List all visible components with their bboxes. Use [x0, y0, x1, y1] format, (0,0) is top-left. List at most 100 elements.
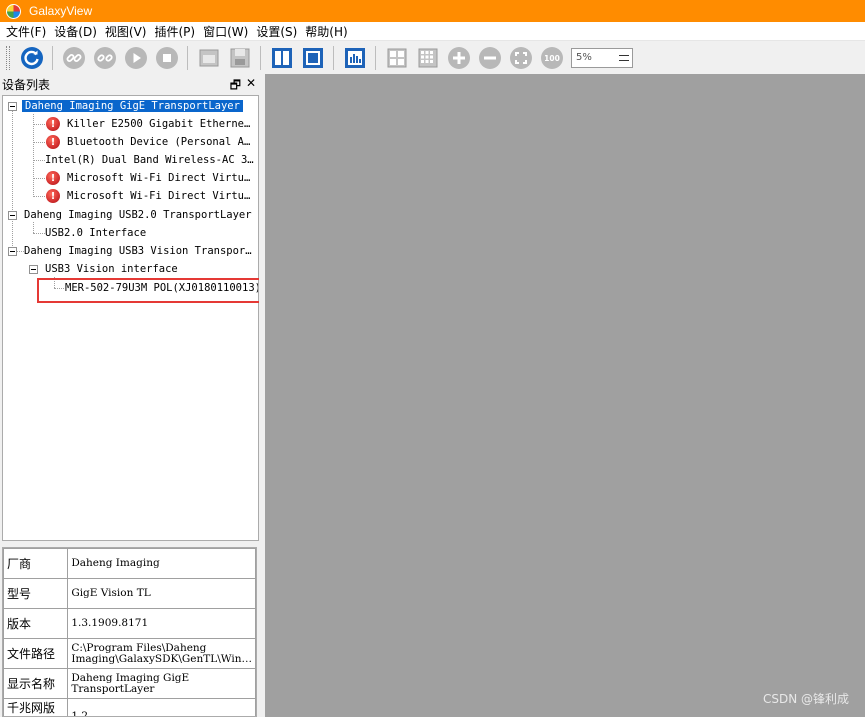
- toolbar-separator: [260, 45, 261, 70]
- toolbar-separator: [52, 45, 53, 70]
- tree-item-wifi-direct-2[interactable]: ! Microsoft Wi-Fi Direct Virtu…: [46, 187, 252, 205]
- tree-item-label: Killer E2500 Gigabit Etherne…: [67, 118, 251, 130]
- app-icon: [6, 3, 21, 19]
- tree-item-label: Daheng Imaging USB2.0 TransportLayer: [24, 209, 252, 221]
- tree-item-label: USB2.0 Interface: [45, 227, 147, 239]
- error-icon: !: [46, 135, 60, 149]
- refresh-button[interactable]: [18, 44, 45, 71]
- tree-item-usb3-transport-layer[interactable]: Daheng Imaging USB3 Vision Transpor…: [22, 242, 254, 260]
- stop-button[interactable]: [153, 44, 180, 71]
- dense-grid-icon: [418, 48, 437, 67]
- grid-4-button[interactable]: [383, 44, 410, 71]
- tree-item-wifi-direct-1[interactable]: ! Microsoft Wi-Fi Direct Virtu…: [46, 169, 252, 187]
- collapse-toggle[interactable]: [8, 247, 17, 256]
- menu-device[interactable]: 设备(D): [50, 23, 101, 40]
- table-row: 厂商 Daheng Imaging: [3, 548, 256, 579]
- menu-file[interactable]: 文件(F): [2, 23, 50, 40]
- property-key: 千兆网版本: [3, 698, 69, 716]
- property-key: 厂商: [3, 548, 69, 579]
- play-button[interactable]: [122, 44, 149, 71]
- toolbar-separator: [333, 45, 334, 70]
- table-row: 显示名称 Daheng Imaging GigE TransportLayer: [3, 668, 256, 699]
- window-title: GalaxyView: [29, 4, 93, 18]
- property-value: 1.2: [67, 698, 256, 716]
- minus-icon: [478, 46, 501, 69]
- fit-view-button[interactable]: [299, 44, 326, 71]
- histogram-icon: [344, 47, 365, 68]
- toolbar-separator: [375, 45, 376, 70]
- property-key: 型号: [3, 578, 69, 609]
- tree-item-label: USB3 Vision interface: [45, 263, 178, 275]
- tree-connector: [33, 124, 45, 125]
- collapse-toggle[interactable]: [29, 265, 38, 274]
- unlink-icon: [93, 46, 116, 69]
- zoom-input[interactable]: 5%: [571, 47, 633, 68]
- tree-item-label: Bluetooth Device (Personal A…: [67, 136, 251, 148]
- save-icon: [230, 48, 249, 67]
- tree-item-gige-transport-layer[interactable]: Daheng Imaging GigE TransportLayer: [22, 97, 243, 115]
- toolbar-grip[interactable]: [6, 45, 10, 70]
- grid-16-button[interactable]: [414, 44, 441, 71]
- device-list-header: 设备列表 🗗 ✕: [0, 74, 261, 94]
- property-value: 1.3.1909.8171: [67, 608, 256, 639]
- tree-item-label: Daheng Imaging GigE TransportLayer: [22, 100, 243, 112]
- zoom-spinner[interactable]: [618, 51, 630, 65]
- pin-icon[interactable]: 🗗: [230, 76, 241, 97]
- table-row: 千兆网版本 1.2: [3, 698, 256, 716]
- property-value: C:\Program Files\Daheng Imaging\GalaxySD…: [67, 638, 256, 669]
- collapse-toggle[interactable]: [8, 211, 17, 220]
- menu-window[interactable]: 窗口(W): [199, 23, 252, 40]
- tree-item-usb2-transport-layer[interactable]: Daheng Imaging USB2.0 TransportLayer: [22, 206, 254, 224]
- zoom-out-button[interactable]: [476, 44, 503, 71]
- histogram-button[interactable]: [341, 44, 368, 71]
- menu-help[interactable]: 帮助(H): [301, 23, 351, 40]
- grid-icon: [387, 48, 406, 67]
- tree-item-label: Intel(R) Dual Band Wireless-AC 3…: [45, 154, 254, 166]
- zoom-badge-text: 100: [544, 54, 560, 63]
- table-row: 版本 1.3.1909.8171: [3, 608, 256, 639]
- fit-icon: [509, 46, 532, 69]
- open-file-button[interactable]: [195, 44, 222, 71]
- toolbar-separator: [187, 45, 188, 70]
- tree-item-intel-wireless[interactable]: Intel(R) Dual Band Wireless-AC 3…: [43, 151, 256, 169]
- panel-title: 设备列表: [2, 77, 51, 92]
- table-row: 文件路径 C:\Program Files\Daheng Imaging\Gal…: [3, 638, 256, 669]
- tree-item-label: Microsoft Wi-Fi Direct Virtu…: [67, 190, 251, 202]
- actual-size-button[interactable]: 100: [538, 44, 565, 71]
- tree-connector: [33, 196, 45, 197]
- split-view-icon: [271, 47, 292, 68]
- tree-item-usb3-interface[interactable]: USB3 Vision interface: [43, 260, 180, 278]
- property-key: 文件路径: [3, 638, 69, 669]
- table-row: 型号 GigE Vision TL: [3, 578, 256, 609]
- tree-item-killer-e2500[interactable]: ! Killer E2500 Gigabit Etherne…: [46, 115, 252, 133]
- open-device-button[interactable]: [60, 44, 87, 71]
- close-icon[interactable]: ✕: [246, 76, 256, 90]
- tree-connector: [12, 110, 13, 256]
- menu-settings[interactable]: 设置(S): [252, 23, 301, 40]
- link-icon: [62, 46, 85, 69]
- menu-bar: 文件(F) 设备(D) 视图(V) 插件(P) 窗口(W) 设置(S) 帮助(H…: [0, 22, 865, 41]
- menu-view[interactable]: 视图(V): [101, 23, 151, 40]
- single-view-button[interactable]: [268, 44, 295, 71]
- highlight-annotation: [37, 278, 284, 303]
- tree-item-usb2-interface[interactable]: USB2.0 Interface: [43, 224, 148, 242]
- image-display-area[interactable]: CSDN @锋利成: [265, 74, 865, 717]
- toolbar: 100 5%: [0, 41, 865, 74]
- fit-window-button[interactable]: [507, 44, 534, 71]
- error-icon: !: [46, 171, 60, 185]
- folder-icon: [199, 49, 218, 66]
- collapse-toggle[interactable]: [8, 102, 17, 111]
- save-button[interactable]: [226, 44, 253, 71]
- actual-size-icon: 100: [540, 46, 563, 69]
- title-bar: GalaxyView: [0, 0, 865, 22]
- properties-table: 厂商 Daheng Imaging 型号 GigE Vision TL 版本 1…: [3, 548, 256, 716]
- close-device-button[interactable]: [91, 44, 118, 71]
- error-icon: !: [46, 117, 60, 131]
- menu-plugin[interactable]: 插件(P): [150, 23, 199, 40]
- zoom-value: 5%: [576, 51, 592, 63]
- zoom-in-button[interactable]: [445, 44, 472, 71]
- property-value: GigE Vision TL: [67, 578, 256, 609]
- properties-panel: 厂商 Daheng Imaging 型号 GigE Vision TL 版本 1…: [2, 547, 257, 717]
- tree-item-bluetooth-device[interactable]: ! Bluetooth Device (Personal A…: [46, 133, 252, 151]
- play-icon: [124, 46, 147, 69]
